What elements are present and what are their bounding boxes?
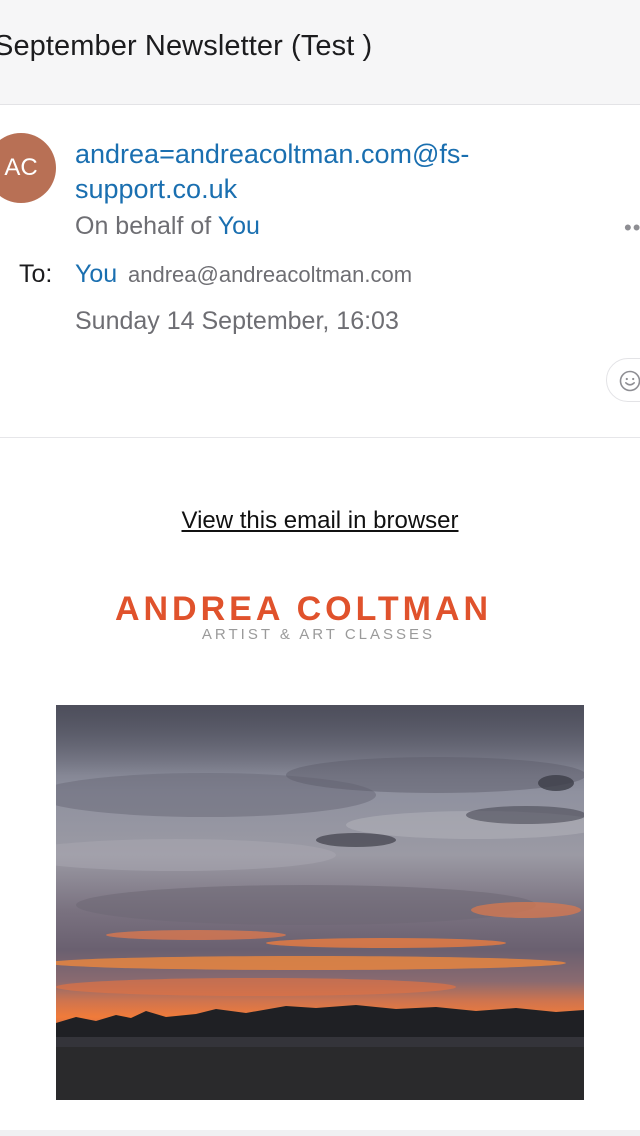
email-date: Sunday 14 September, 16:03 [75, 307, 399, 335]
on-behalf-prefix: On behalf of [75, 212, 212, 240]
subject-header: September Newsletter (Test ) [0, 0, 640, 105]
sender-initials: AC [4, 154, 38, 181]
reaction-button[interactable] [606, 358, 640, 402]
header-divider [0, 437, 640, 438]
on-behalf-line: On behalf of You [75, 212, 260, 241]
smiley-icon [619, 370, 640, 392]
recipient-address: andrea@andreacoltman.com [128, 262, 413, 287]
recipient-name-link[interactable]: You [75, 260, 117, 289]
newsletter-logo-title: ANDREA COLTMAN [114, 590, 493, 628]
newsletter-logo-subtitle: ARTIST & ART CLASSES [201, 626, 436, 643]
sunset-photo [56, 705, 584, 1100]
on-behalf-name-link[interactable]: You [218, 212, 260, 240]
ellipsis-icon[interactable]: •• [624, 215, 640, 241]
sunset-landscape-image [56, 705, 584, 1100]
sender-address-link[interactable]: andrea=andreacoltman.com@fs-support.co.u… [75, 137, 555, 207]
sender-avatar[interactable]: AC [0, 133, 56, 203]
bottom-edge [0, 1130, 640, 1136]
view-in-browser-link[interactable]: View this email in browser [0, 507, 640, 535]
to-label: To: [19, 260, 53, 288]
email-subject: September Newsletter (Test ) [0, 30, 373, 62]
